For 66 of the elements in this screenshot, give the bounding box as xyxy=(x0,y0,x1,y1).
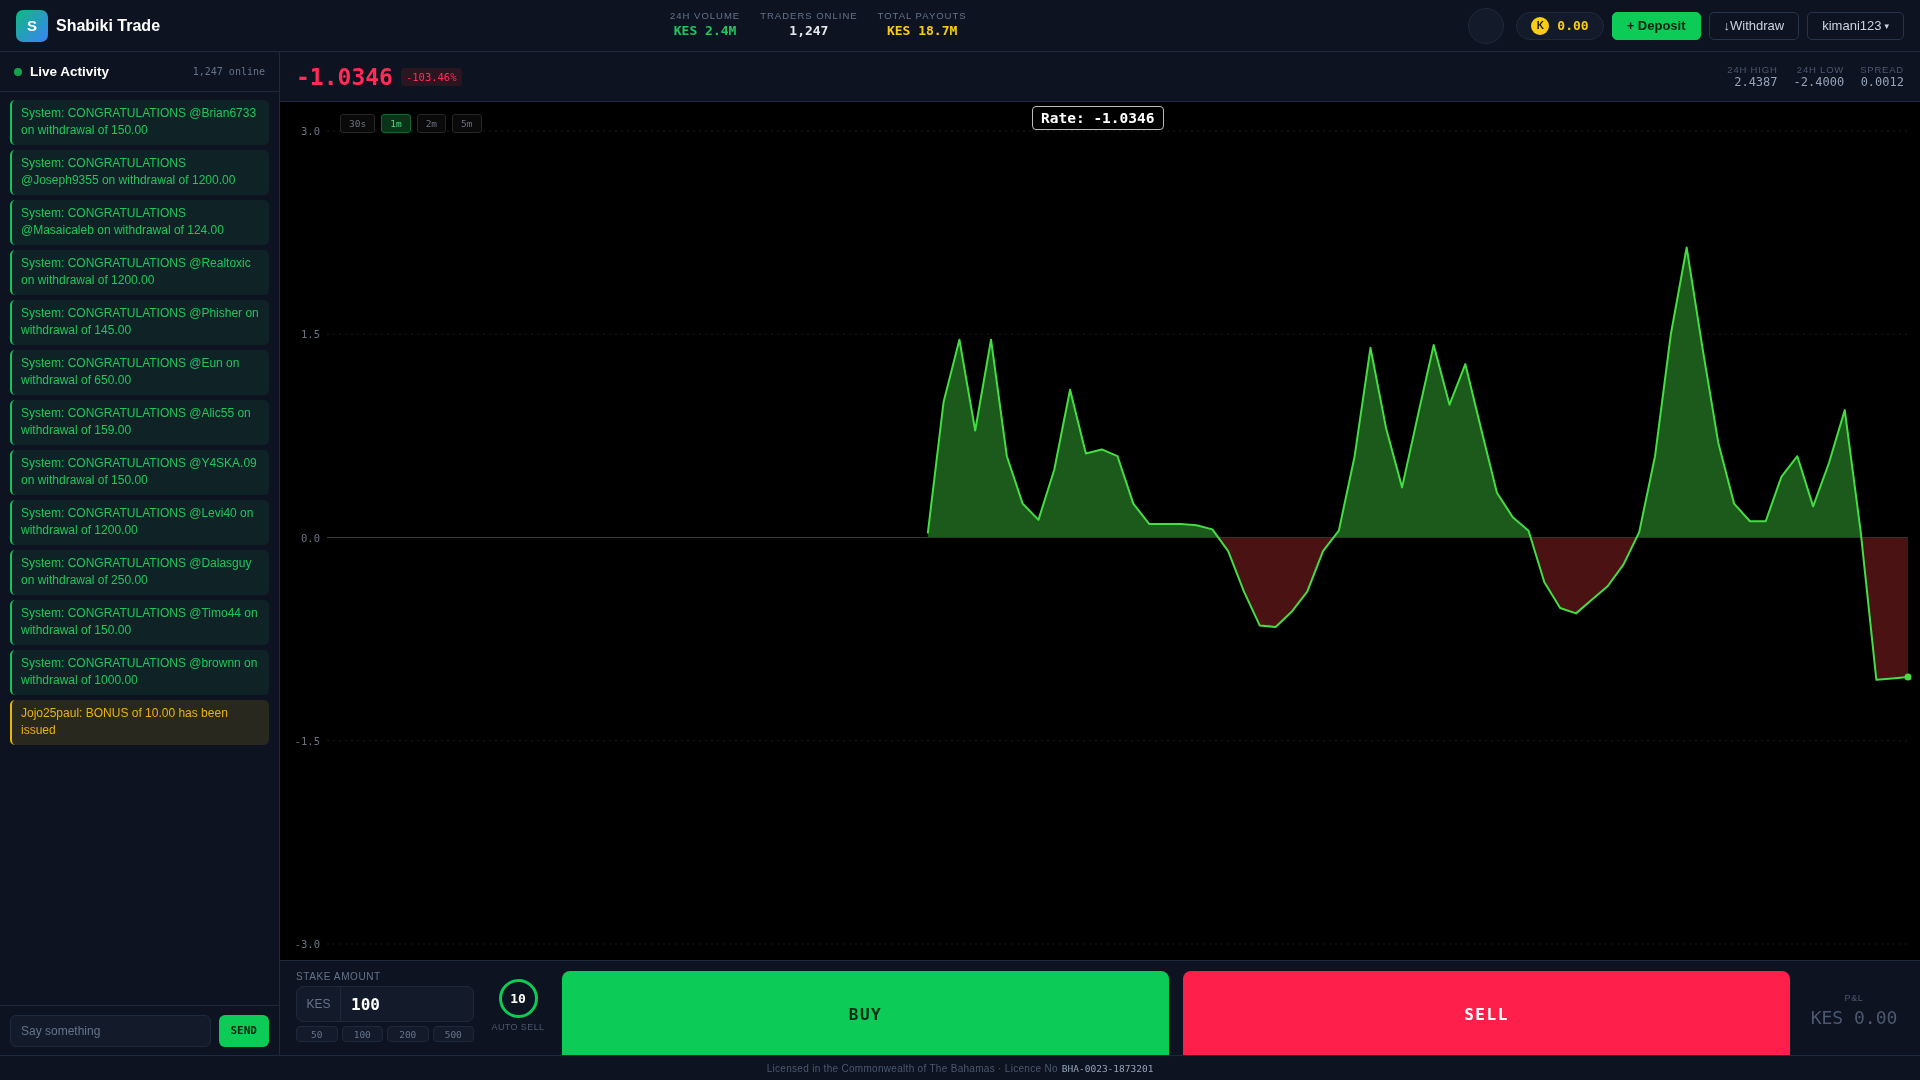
stat-value: 1,247 xyxy=(789,23,829,38)
sell-button[interactable]: SELL xyxy=(1183,971,1790,1055)
quick-amount-button[interactable]: 100 xyxy=(341,1026,383,1042)
stat-label: TOTAL PAYOUTS xyxy=(877,10,967,21)
stat-value: KES 18.7M xyxy=(886,23,958,38)
quick-amount-button[interactable]: 50 xyxy=(296,1026,338,1042)
system-message: System: CONGRATULATIONS @Alic55 on withdrawal of 159.00 xyxy=(10,400,269,445)
system-message: System: CONGRATULATIONS @Joseph9355 on withdrawal of 1200.00 xyxy=(10,150,269,195)
pnl-label: P&L xyxy=(1844,993,1864,1003)
autosell-timer: 10 xyxy=(498,979,538,1018)
stat-value: KES 2.4M xyxy=(673,23,737,38)
system-message: System: CONGRATULATIONS @Phisher on withdrawal of 145.00 xyxy=(10,300,269,345)
system-message: System: CONGRATULATIONS @Y4SKA.09 on withdrawal of 150.00 xyxy=(10,450,269,495)
axis-label: -3.0 xyxy=(294,938,320,950)
licence-number: BHA-0023-1873201 xyxy=(1061,1062,1154,1074)
timeframe-tab[interactable]: 1m xyxy=(381,114,411,133)
chat-input[interactable]: Say something xyxy=(10,1014,211,1047)
coin-icon: K xyxy=(1531,16,1550,35)
quick-amount-button[interactable]: 200 xyxy=(387,1026,429,1042)
axis-label: 1.5 xyxy=(301,328,320,341)
system-message: System: CONGRATULATIONS @Eun on withdrawal of 650.00 xyxy=(10,350,269,395)
stat-label: 24H LOW xyxy=(1796,64,1845,75)
pnl-value: KES 0.00 xyxy=(1810,1007,1898,1028)
stat-value: 2.4387 xyxy=(1734,75,1778,89)
avatar[interactable] xyxy=(1468,7,1505,44)
stat-label: SPREAD xyxy=(1860,64,1904,75)
stake-field[interactable]: KES 100 xyxy=(296,986,474,1022)
system-message: System: CONGRATULATIONS @Dalasguy on withdrawal of 250.00 xyxy=(10,550,269,595)
licence-text: Licensed in the Commonwealth of The Bahamas · Licence No xyxy=(766,1062,1058,1074)
autosell-label: AUTO SELL xyxy=(491,1022,545,1032)
timeframe-tab[interactable]: 2m xyxy=(416,114,447,133)
system-message: System: CONGRATULATIONS @brownn on withdrawal of 1000.00 xyxy=(10,650,269,695)
stake-label: STAKE AMOUNT xyxy=(296,971,382,982)
send-button[interactable]: SEND xyxy=(218,1014,269,1047)
quick-amount-button[interactable]: 500 xyxy=(432,1026,474,1042)
rate-label: Rate: -1.0346 xyxy=(1032,106,1164,130)
online-count: 1,247 online xyxy=(192,66,265,77)
system-message: System: CONGRATULATIONS @Realtoxic on withdrawal of 1200.00 xyxy=(10,250,269,295)
system-message: System: CONGRATULATIONS @Levi40 on withdrawal of 1200.00 xyxy=(10,500,269,545)
user-menu[interactable]: kimani123 ▾ xyxy=(1807,11,1904,40)
system-message: System: CONGRATULATIONS @Brian6733 on withdrawal of 150.00 xyxy=(10,100,269,145)
timeframe-tab[interactable]: 30s xyxy=(340,114,376,133)
balance-amount: 0.00 xyxy=(1557,18,1589,33)
live-dot xyxy=(14,67,22,76)
stat-value: 0.0012 xyxy=(1860,75,1904,89)
timeframe-tab[interactable]: 5m xyxy=(452,114,482,133)
current-price: -1.0346 xyxy=(296,63,393,90)
brand-name: Shabiki Trade xyxy=(56,16,161,35)
stat-label: 24H HIGH xyxy=(1727,64,1778,75)
bonus-message: Jojo25paul: BONUS of 10.00 has been issued xyxy=(10,700,269,745)
stake-amount-input[interactable]: 100 xyxy=(341,994,473,1014)
buy-button[interactable]: BUY xyxy=(562,971,1169,1055)
panel-title: Live Activity xyxy=(30,64,110,79)
axis-label: 3.0 xyxy=(301,125,320,137)
logo-icon: S xyxy=(16,9,48,42)
stat-label: 24H VOLUME xyxy=(670,10,741,21)
axis-label: 0.0 xyxy=(301,531,320,544)
system-message: System: CONGRATULATIONS @Timo44 on withdrawal of 150.00 xyxy=(10,600,269,645)
change-badge: -103.46% xyxy=(400,67,462,86)
stat-label: TRADERS ONLINE xyxy=(760,10,858,21)
current-point xyxy=(1904,673,1912,681)
system-message: System: CONGRATULATIONS @Masaicaleb on withdrawal of 124.00 xyxy=(10,200,269,245)
stat-value: -2.4000 xyxy=(1793,75,1845,89)
axis-label: -1.5 xyxy=(294,734,320,747)
deposit-button[interactable]: + Deposit xyxy=(1611,11,1701,40)
withdraw-button[interactable]: ↓Withdraw xyxy=(1708,11,1800,40)
